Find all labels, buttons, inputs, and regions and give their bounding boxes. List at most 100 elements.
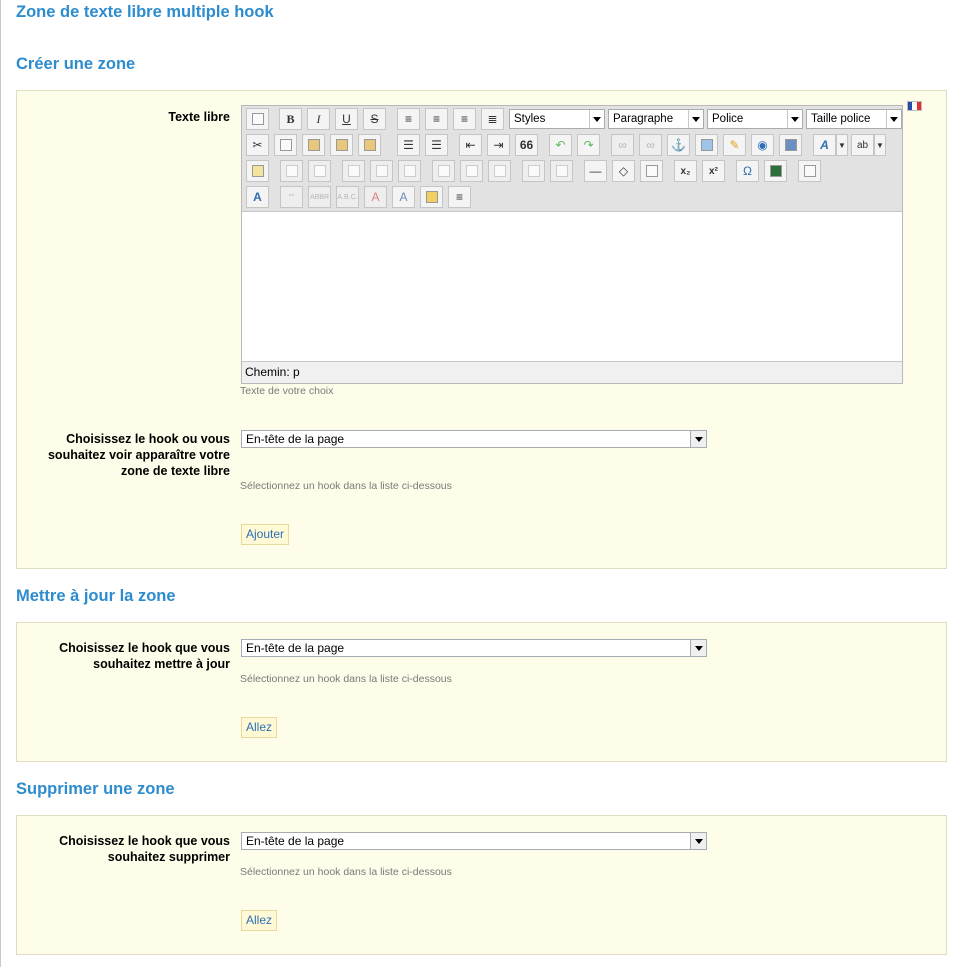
new-document-button[interactable] [246,108,269,130]
edit-css-button[interactable] [246,160,269,182]
new-document-icon [251,113,264,125]
remove-format-button[interactable]: ◇ [612,160,635,182]
update-hook-select[interactable]: En-tête de la page [241,639,707,657]
delete-hook-hint: Sélectionnez un hook dans la liste ci-de… [240,866,452,878]
cite-button[interactable]: “” [280,186,303,208]
justify-button[interactable]: ≣ [481,108,504,130]
flag-fr-icon[interactable] [907,101,922,111]
film-icon [769,165,782,177]
underline-button[interactable]: U [335,108,358,130]
link-button[interactable]: ∞ [611,134,634,156]
nonbreaking-icon: ≡ [455,190,463,204]
text-color-button[interactable]: A [813,134,836,156]
delete-col-button[interactable] [488,160,511,182]
align-left-button[interactable]: ≡ [397,108,420,130]
bullet-list-icon: ☰ [403,138,414,152]
blockquote-button[interactable]: 66 [515,134,538,156]
align-right-button[interactable]: ≡ [453,108,476,130]
merge-cells-button[interactable] [550,160,573,182]
align-center-button[interactable]: ≡ [425,108,448,130]
styles-value: Styles [514,113,546,125]
image-button[interactable] [695,134,718,156]
create-hook-value: En-tête de la page [246,432,345,446]
text-color-dropdown[interactable]: ▼ [836,134,848,156]
subscript-button[interactable]: x₂ [674,160,697,182]
copy-button[interactable] [274,134,297,156]
undo-button[interactable]: ↶ [549,134,572,156]
unlink-button[interactable]: ∞ [639,134,662,156]
italic-button[interactable]: I [307,108,330,130]
abbr-icon: ABBR [309,193,330,201]
html-source-button[interactable] [779,134,802,156]
split-cells-button[interactable] [522,160,545,182]
delete-row-button[interactable] [398,160,421,182]
add-button[interactable]: Ajouter [241,524,290,545]
chevron-down-icon [690,833,706,849]
paste-icon [307,139,320,151]
create-hook-select[interactable]: En-tête de la page [241,430,707,448]
format-select[interactable]: Paragraphe [608,109,704,129]
horizontal-rule-button[interactable]: — [584,160,607,182]
acronym-button[interactable]: A.B.C. [336,186,359,208]
chevron-down-icon: ▼ [876,140,884,150]
styles-select[interactable]: Styles [509,109,605,129]
split-cells-icon [527,165,540,177]
superscript-button[interactable]: x² [702,160,725,182]
horizontal-rule-icon: — [589,164,602,178]
edit-css-icon [251,165,264,177]
attribs-button[interactable] [420,186,443,208]
bold-button[interactable]: B [279,108,302,130]
editor-content-area[interactable] [242,211,902,362]
paste-word-icon [363,139,376,151]
chevron-down-icon [690,640,706,656]
chevron-down-icon: ▼ [838,140,846,150]
paste-word-button[interactable] [358,134,381,156]
numbered-list-button[interactable]: ☰ [425,134,448,156]
redo-button[interactable]: ↷ [577,134,600,156]
numbered-list-icon: ☰ [431,138,442,152]
attributes-icon [425,191,438,203]
del-button[interactable]: A [364,186,387,208]
styleprops-button[interactable]: A [246,186,269,208]
strikethrough-button[interactable]: S [363,108,386,130]
delete-go-button[interactable]: Allez [241,910,278,931]
insert-row-after-button[interactable] [370,160,393,182]
highlight-dropdown[interactable]: ▼ [874,134,886,156]
fullscreen-button[interactable] [798,160,821,182]
anchor-button[interactable]: ⚓ [667,134,690,156]
update-go-button[interactable]: Allez [241,717,278,738]
justify-icon: ≣ [487,112,498,126]
bullet-list-button[interactable]: ☰ [397,134,420,156]
rich-text-editor: B I U S ≡ ≡ ≡ ≣ Styles Paragraphe Police… [241,105,903,384]
update-hook-label: Choisissez le hook que vous souhaitez me… [59,641,230,671]
text-label: Texte libre [168,110,230,124]
ins-button[interactable]: A [392,186,415,208]
page-left-border [0,0,1,967]
table-cell-props-button[interactable] [308,160,331,182]
insert-col-before-button[interactable] [432,160,455,182]
media-button[interactable] [764,160,787,182]
font-size-value: Taille police [811,113,871,125]
indent-button[interactable]: ⇥ [487,134,510,156]
insert-row-after-icon [375,165,388,177]
image-icon [700,139,713,151]
cut-button[interactable]: ✂ [246,134,269,156]
font-select[interactable]: Police [707,109,803,129]
styles-dropdown-arrow [589,110,604,128]
nonbreaking-button[interactable]: ≡ [448,186,471,208]
paste-button[interactable] [302,134,325,156]
highlight-button[interactable]: ab [851,134,874,156]
font-size-select[interactable]: Taille police [806,109,902,129]
delete-hook-select[interactable]: En-tête de la page [241,832,707,850]
table-row-props-button[interactable] [280,160,303,182]
outdent-button[interactable]: ⇤ [459,134,482,156]
cleanup-button[interactable]: ✎ [723,134,746,156]
insert-col-after-button[interactable] [460,160,483,182]
insert-row-before-button[interactable] [342,160,365,182]
special-char-button[interactable]: Ω [736,160,759,182]
insert-table-button[interactable] [640,160,663,182]
cut-icon: ✂ [252,138,263,152]
abbr-button[interactable]: ABBR [308,186,331,208]
help-button[interactable]: ◉ [751,134,774,156]
paste-text-button[interactable] [330,134,353,156]
